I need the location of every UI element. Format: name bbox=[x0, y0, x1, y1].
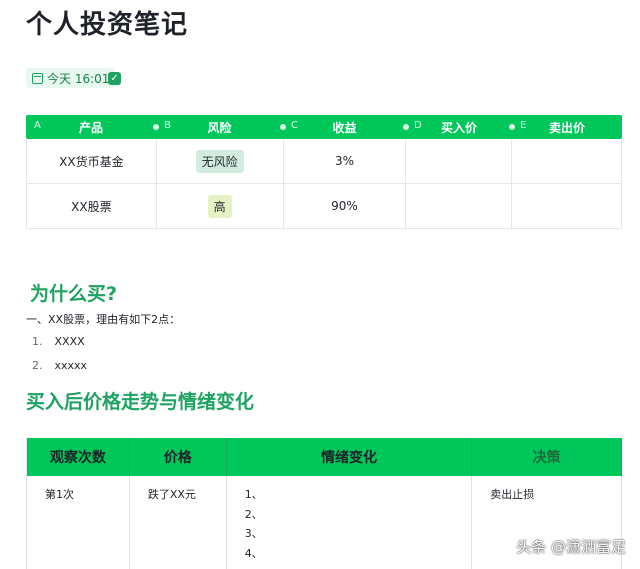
column-resize-handle[interactable] bbox=[509, 124, 515, 130]
cell-risk[interactable]: 高 bbox=[157, 184, 284, 228]
column-header-sell-price[interactable]: E 卖出价 bbox=[509, 115, 622, 139]
cell-buy-price[interactable] bbox=[406, 184, 513, 228]
page-title: 个人投资笔记 bbox=[26, 10, 189, 40]
emotion-line: 2、 bbox=[244, 507, 263, 521]
column-label: 风险 bbox=[207, 120, 232, 135]
cell-sell-price[interactable] bbox=[512, 184, 622, 228]
column-header-risk[interactable]: B 风险 bbox=[153, 115, 283, 139]
column-header-price[interactable]: 价格 bbox=[130, 438, 227, 476]
cell-return[interactable]: 3% bbox=[284, 139, 407, 183]
column-header-observation-count[interactable]: 观察次数 bbox=[27, 438, 130, 476]
list-number: 1. bbox=[32, 335, 43, 348]
cell-product[interactable]: XX货币基金 bbox=[27, 139, 157, 183]
column-label: 收益 bbox=[332, 120, 357, 135]
risk-tag: 高 bbox=[207, 194, 232, 218]
column-letter: C bbox=[291, 120, 298, 131]
column-label: 卖出价 bbox=[548, 120, 585, 135]
column-header-decision[interactable]: 决策 bbox=[472, 438, 623, 476]
cell-observation-count[interactable]: 第1次 bbox=[27, 476, 130, 569]
investment-table: A 产品 B 风险 C 收益 D 买入价 E 卖出价 XX货币基金 无风险 3% bbox=[26, 115, 622, 229]
list-item: 1. XXXX bbox=[32, 335, 85, 348]
checkbox[interactable]: ✓ bbox=[108, 72, 121, 85]
emotion-line: 4、 bbox=[244, 546, 263, 560]
calendar-icon bbox=[32, 72, 43, 84]
date-text: 今天 16:01 bbox=[47, 71, 110, 86]
observation-table-header: 观察次数 价格 情绪变化 决策 bbox=[27, 438, 623, 476]
watermark: 头条 @潇洒富足 bbox=[516, 538, 626, 556]
cell-product[interactable]: XX股票 bbox=[27, 184, 157, 228]
column-header-emotion[interactable]: 情绪变化 bbox=[227, 438, 473, 476]
reason-paragraph: 一、XX股票，理由有如下2点： bbox=[26, 313, 181, 326]
column-label: 买入价 bbox=[440, 120, 477, 135]
column-letter: D bbox=[414, 120, 422, 131]
column-resize-handle[interactable] bbox=[280, 124, 286, 130]
table-row: XX股票 高 90% bbox=[26, 184, 622, 229]
column-label: 产品 bbox=[78, 120, 103, 135]
emotion-line: 3、 bbox=[244, 527, 263, 540]
column-header-buy-price[interactable]: D 买入价 bbox=[403, 115, 512, 139]
risk-tag: 无风险 bbox=[195, 149, 244, 173]
cell-risk[interactable]: 无风险 bbox=[157, 139, 284, 183]
column-header-product[interactable]: A 产品 bbox=[26, 115, 156, 139]
cell-return[interactable]: 90% bbox=[284, 184, 407, 228]
heading-price-trend: 买入后价格走势与情绪变化 bbox=[26, 391, 255, 413]
emotion-line: 1、 bbox=[244, 488, 263, 501]
column-letter: B bbox=[164, 120, 171, 131]
column-letter: E bbox=[520, 120, 527, 131]
table-row: XX货币基金 无风险 3% bbox=[26, 139, 622, 184]
cell-buy-price[interactable] bbox=[406, 139, 513, 183]
column-resize-handle[interactable] bbox=[403, 124, 409, 130]
cell-sell-price[interactable] bbox=[512, 139, 622, 183]
list-text: XXXX bbox=[54, 335, 85, 348]
investment-table-header: A 产品 B 风险 C 收益 D 买入价 E 卖出价 bbox=[26, 115, 622, 139]
cell-emotion[interactable]: 1、 2、 3、 4、 bbox=[227, 476, 473, 569]
cell-price[interactable]: 跌了XX元 bbox=[130, 476, 227, 569]
heading-why-buy: 为什么买? bbox=[30, 283, 118, 305]
list-item: 2. xxxxx bbox=[32, 359, 87, 372]
column-letter: A bbox=[34, 120, 41, 131]
list-number: 2. bbox=[32, 359, 43, 372]
date-chip[interactable]: 今天 16:01 bbox=[26, 68, 116, 88]
list-text: xxxxx bbox=[54, 359, 88, 372]
column-header-return[interactable]: C 收益 bbox=[280, 115, 406, 139]
column-resize-handle[interactable] bbox=[153, 124, 159, 130]
